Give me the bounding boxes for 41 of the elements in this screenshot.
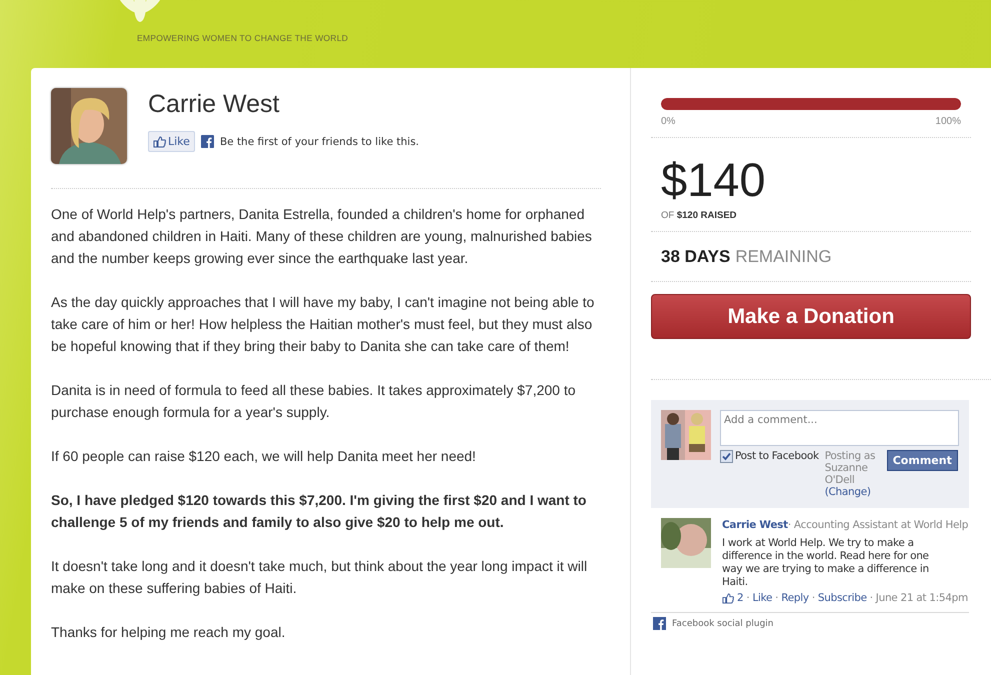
comment-button[interactable]: Comment — [886, 450, 958, 471]
days-count: 38 DAYS — [661, 247, 730, 266]
tagline: EMPOWERING WOMEN TO CHANGE THE WORLD — [137, 33, 348, 43]
post-to-facebook-checkbox[interactable]: Post to Facebook — [720, 450, 819, 498]
progress-max-label: 100% — [935, 116, 961, 127]
comment-time: June 21 at 1:54pm — [876, 591, 968, 606]
comment-action-link[interactable]: Like — [752, 591, 772, 606]
days-label: REMAINING — [735, 247, 832, 266]
facebook-icon — [653, 617, 666, 630]
profile-name: Carrie West — [148, 90, 281, 119]
story-paragraph: One of World Help's partners, Danita Estrella, founded a children's home for orphaned and abandoned children in Haiti. Many of these children are young, malnurished babies and the number keeps growing ever since the earthquake last year. — [51, 205, 593, 268]
thumbs-up-icon — [722, 593, 734, 604]
posting-as-text: Posting as Suzanne O'Dell — [824, 450, 876, 486]
separator-dot: · — [812, 591, 815, 606]
plugin-label: Facebook social plugin — [672, 618, 774, 628]
thumbs-up-icon — [153, 136, 166, 148]
like-count[interactable]: 2 — [737, 591, 744, 606]
story-paragraph: If 60 people can raise $120 each, we will help Danita meet her need! — [51, 447, 477, 466]
comment-field[interactable]: Add a comment... — [720, 410, 959, 446]
story-paragraph: It doesn't take long and it doesn't take much, but think about the year long impact it will make on these suffering babies of Haiti. — [51, 557, 588, 598]
like-text: Be the first of your friends to like this. — [220, 136, 420, 148]
separator-dot: · — [870, 591, 873, 606]
facebook-icon — [200, 135, 214, 148]
checkbox[interactable] — [720, 450, 733, 463]
raised-amount: $140 — [661, 154, 767, 206]
separator-dot: · — [775, 591, 778, 606]
story-paragraph: As the day quickly approaches that I will have my baby, I can't imagine not being able to take care of him or her! How helpless the Haitian mother's must feel, but they must also be hopeful knowing that if they bring their baby to Danita she can take care of them! — [51, 293, 596, 356]
comment-text: I work at World Help. We try to make a difference in the world. Read here for one way we are trying to make a difference in Haiti. — [722, 537, 930, 589]
check-icon — [722, 452, 731, 461]
progress-min-label: 0% — [661, 116, 676, 127]
separator-dot: · — [746, 591, 750, 606]
story-paragraph: So, I have pledged $120 towards this $7,200. I'm giving the first $20 and I want to challenge 5 of my friends and family to also give $20 to help me out. — [51, 491, 588, 532]
comment-action-link[interactable]: Subscribe — [818, 591, 867, 606]
comment-header: Carrie West· Accounting Assistant at World Help — [722, 518, 968, 533]
donate-button[interactable]: Make a Donation — [651, 294, 971, 339]
change-link[interactable]: (Change) — [824, 486, 881, 498]
goal-text: OF $120 RAISED — [661, 210, 738, 221]
like-button[interactable]: Like — [148, 131, 195, 152]
story-paragraph: Danita is in need of formula to feed all these babies. It takes approximately $7,200 to purchase enough formula for a year's supply. — [51, 381, 577, 422]
comment-action-link[interactable]: Reply — [781, 591, 809, 606]
story-paragraph: Thanks for helping me reach my goal. — [51, 623, 286, 642]
